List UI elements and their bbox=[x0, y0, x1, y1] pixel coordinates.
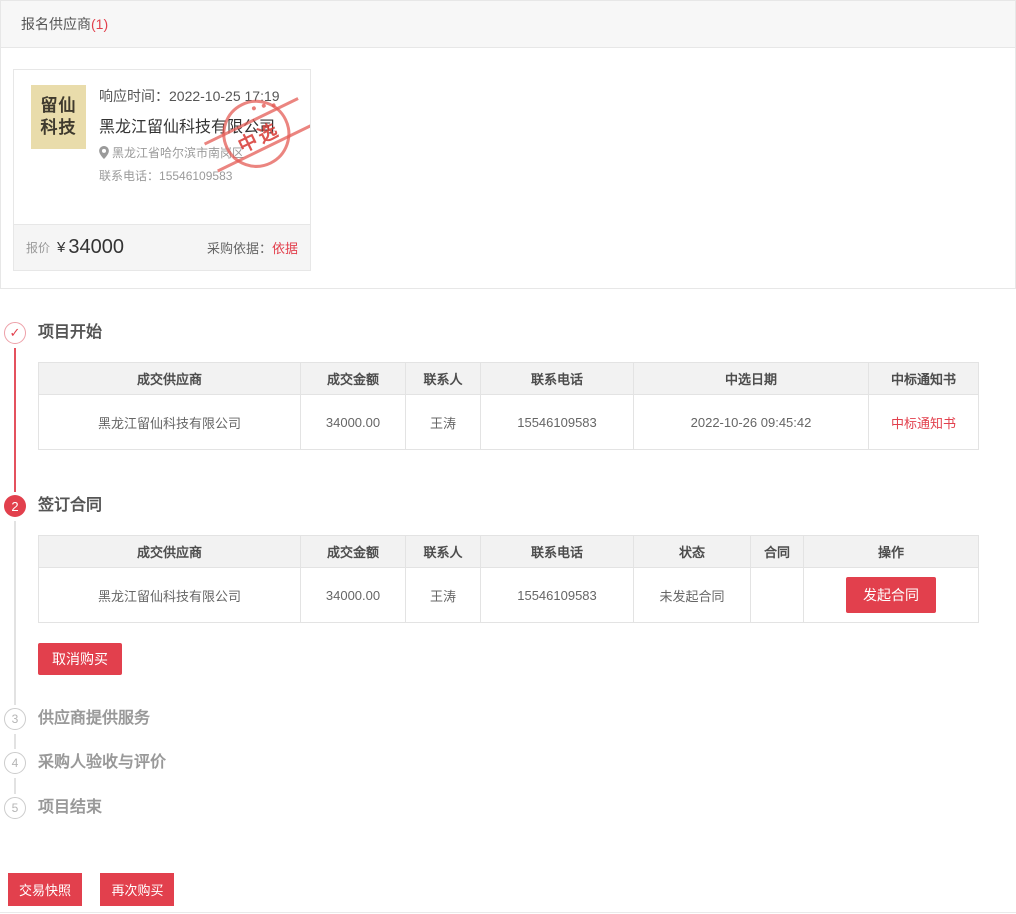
price-label: 报价 bbox=[26, 239, 50, 256]
award-cell-contact: 王涛 bbox=[406, 395, 481, 450]
timeline-step-acceptance-review: 4 采购人验收与评价 bbox=[0, 752, 1016, 797]
award-notice-link[interactable]: 中标通知书 bbox=[891, 416, 956, 431]
timeline-step-project-start: ✓ 项目开始 成交供应商 成交金额 联系人 联系电话 中选日期 中标通知书 黑龙… bbox=[0, 322, 1016, 495]
award-table-row: 黑龙江留仙科技有限公司 34000.00 王涛 15546109583 2022… bbox=[39, 395, 979, 450]
buy-again-button[interactable]: 再次购买 bbox=[100, 873, 174, 906]
supplier-card-top: 留仙 科技 响应时间：2022-10-25 17:19 黑龙江留仙科技有限公司 … bbox=[14, 70, 310, 224]
response-time-value: 2022-10-25 17:19 bbox=[169, 88, 280, 104]
contract-header-action: 操作 bbox=[804, 536, 979, 568]
contract-header-contact: 联系人 bbox=[406, 536, 481, 568]
contract-header-status: 状态 bbox=[634, 536, 751, 568]
contract-cell-phone: 15546109583 bbox=[481, 568, 634, 623]
panel-header: 报名供应商(1) bbox=[1, 1, 1015, 48]
step-4-label: 采购人验收与评价 bbox=[38, 752, 1016, 774]
panel-title: 报名供应商 bbox=[21, 14, 91, 34]
award-header-date: 中选日期 bbox=[634, 363, 869, 395]
supplier-phone: 联系电话：15546109583 bbox=[99, 167, 280, 184]
supplier-price-bar: 报价 ¥ 34000 采购依据：依据 bbox=[14, 224, 310, 270]
initiate-contract-button[interactable]: 发起合同 bbox=[846, 577, 936, 613]
supplier-address-text: 黑龙江省哈尔滨市南岗区 bbox=[112, 144, 244, 161]
timeline-step-sign-contract: 2 签订合同 成交供应商 成交金额 联系人 联系电话 状态 合同 操作 黑龙江留… bbox=[0, 495, 1016, 708]
transaction-snapshot-button[interactable]: 交易快照 bbox=[8, 873, 82, 906]
award-header-phone: 联系电话 bbox=[481, 363, 634, 395]
currency-symbol: ¥ bbox=[57, 239, 65, 256]
contract-table: 成交供应商 成交金额 联系人 联系电话 状态 合同 操作 黑龙江留仙科技有限公司… bbox=[38, 535, 979, 623]
step-3-label: 供应商提供服务 bbox=[38, 708, 1016, 730]
award-header-supplier: 成交供应商 bbox=[39, 363, 301, 395]
price-value: 34000 bbox=[68, 236, 124, 259]
award-header-contact: 联系人 bbox=[406, 363, 481, 395]
step-2-marker: 2 bbox=[4, 495, 26, 517]
step-2-label: 签订合同 bbox=[38, 495, 1016, 517]
contract-cell-supplier: 黑龙江留仙科技有限公司 bbox=[39, 568, 301, 623]
purchase-basis-label: 采购依据： bbox=[207, 241, 272, 256]
bottom-divider bbox=[0, 912, 1016, 913]
suppliers-panel: 报名供应商(1) 留仙 科技 响应时间：2022-10-25 17:19 黑龙江… bbox=[0, 0, 1016, 289]
supplier-phone-value: 15546109583 bbox=[159, 169, 232, 183]
award-cell-phone: 15546109583 bbox=[481, 395, 634, 450]
supplier-name: 黑龙江留仙科技有限公司 bbox=[99, 113, 280, 137]
response-time-label: 响应时间： bbox=[99, 88, 169, 104]
response-time: 响应时间：2022-10-25 17:19 bbox=[99, 86, 280, 106]
award-header-notice: 中标通知书 bbox=[869, 363, 979, 395]
supplier-phone-label: 联系电话： bbox=[99, 169, 159, 183]
step-4-marker: 4 bbox=[4, 752, 26, 774]
purchase-basis-link[interactable]: 依据 bbox=[272, 241, 298, 256]
award-cell-amount: 34000.00 bbox=[301, 395, 406, 450]
supplier-logo: 留仙 科技 bbox=[31, 85, 86, 149]
supplier-card: 留仙 科技 响应时间：2022-10-25 17:19 黑龙江留仙科技有限公司 … bbox=[13, 69, 311, 271]
contract-cell-amount: 34000.00 bbox=[301, 568, 406, 623]
award-table-header-row: 成交供应商 成交金额 联系人 联系电话 中选日期 中标通知书 bbox=[39, 363, 979, 395]
contract-cell-status: 未发起合同 bbox=[634, 568, 751, 623]
contract-table-header-row: 成交供应商 成交金额 联系人 联系电话 状态 合同 操作 bbox=[39, 536, 979, 568]
cancel-purchase-button[interactable]: 取消购买 bbox=[38, 643, 122, 675]
logo-line-1: 留仙 bbox=[41, 95, 77, 117]
timeline-step-project-end: 5 项目结束 bbox=[0, 797, 1016, 819]
contract-header-amount: 成交金额 bbox=[301, 536, 406, 568]
supplier-address: 黑龙江省哈尔滨市南岗区 bbox=[99, 144, 280, 161]
contract-header-contract: 合同 bbox=[751, 536, 804, 568]
step-5-label: 项目结束 bbox=[38, 797, 1016, 819]
award-cell-date: 2022-10-26 09:45:42 bbox=[634, 395, 869, 450]
contract-cell-contract bbox=[751, 568, 804, 623]
supplier-count: (1) bbox=[91, 16, 108, 32]
project-timeline: ✓ 项目开始 成交供应商 成交金额 联系人 联系电话 中选日期 中标通知书 黑龙… bbox=[0, 322, 1016, 819]
panel-body: 留仙 科技 响应时间：2022-10-25 17:19 黑龙江留仙科技有限公司 … bbox=[1, 48, 1015, 288]
step-3-marker: 3 bbox=[4, 708, 26, 730]
logo-line-2: 科技 bbox=[41, 117, 77, 139]
footer-actions: 交易快照 再次购买 bbox=[8, 873, 1016, 906]
award-table: 成交供应商 成交金额 联系人 联系电话 中选日期 中标通知书 黑龙江留仙科技有限… bbox=[38, 362, 979, 450]
contract-table-row: 黑龙江留仙科技有限公司 34000.00 王涛 15546109583 未发起合… bbox=[39, 568, 979, 623]
timeline-step-supplier-service: 3 供应商提供服务 bbox=[0, 708, 1016, 752]
step-1-label: 项目开始 bbox=[38, 322, 1016, 344]
contract-cell-contact: 王涛 bbox=[406, 568, 481, 623]
step-5-marker: 5 bbox=[4, 797, 26, 819]
location-pin-icon bbox=[99, 146, 109, 159]
step-1-check-icon: ✓ bbox=[4, 322, 26, 344]
contract-header-supplier: 成交供应商 bbox=[39, 536, 301, 568]
contract-header-phone: 联系电话 bbox=[481, 536, 634, 568]
award-cell-supplier: 黑龙江留仙科技有限公司 bbox=[39, 395, 301, 450]
purchase-basis: 采购依据：依据 bbox=[207, 238, 298, 257]
award-header-amount: 成交金额 bbox=[301, 363, 406, 395]
supplier-info: 响应时间：2022-10-25 17:19 黑龙江留仙科技有限公司 黑龙江省哈尔… bbox=[99, 85, 280, 224]
